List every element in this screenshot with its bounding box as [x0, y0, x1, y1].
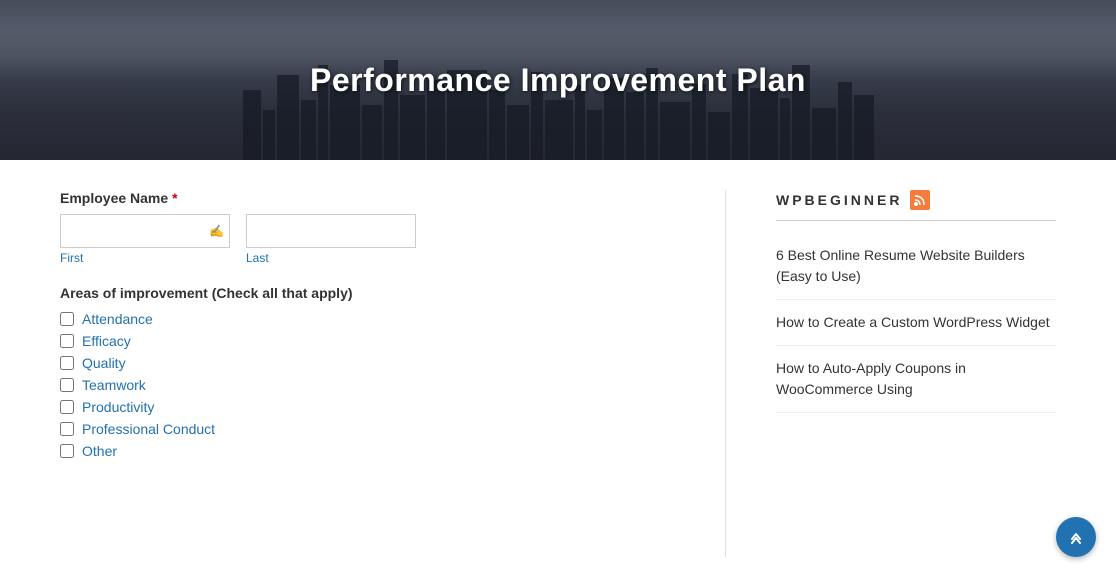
checkbox-teamwork[interactable]: [60, 378, 74, 392]
checkbox-label-teamwork: Teamwork: [82, 377, 146, 393]
first-name-input[interactable]: [60, 214, 230, 248]
checkbox-label-attendance: Attendance: [82, 311, 153, 327]
sidebar: WPBEGINNER 6 Best Online Resume Website …: [776, 190, 1056, 557]
last-label: Last: [246, 251, 416, 265]
sidebar-links: 6 Best Online Resume Website Builders (E…: [776, 233, 1056, 413]
employee-name-field: Employee Name * ✍ First Last: [60, 190, 675, 265]
list-item: Quality: [60, 355, 675, 371]
first-name-wrap: ✍ First: [60, 214, 230, 265]
last-name-wrap: Last: [246, 214, 416, 265]
last-name-input[interactable]: [246, 214, 416, 248]
list-item: Attendance: [60, 311, 675, 327]
main-layout: Employee Name * ✍ First Last Areas of im…: [0, 160, 1116, 577]
list-item: How to Auto-Apply Coupons in WooCommerce…: [776, 346, 1056, 413]
checkbox-label-other: Other: [82, 443, 117, 459]
sidebar-link-0[interactable]: 6 Best Online Resume Website Builders (E…: [776, 245, 1056, 287]
rss-icon[interactable]: [910, 190, 930, 210]
list-item: Teamwork: [60, 377, 675, 393]
sidebar-link-2[interactable]: How to Auto-Apply Coupons in WooCommerce…: [776, 358, 1056, 400]
first-label: First: [60, 251, 230, 265]
checkbox-other[interactable]: [60, 444, 74, 458]
first-name-input-container: ✍: [60, 214, 230, 248]
list-item: How to Create a Custom WordPress Widget: [776, 300, 1056, 346]
list-item: Professional Conduct: [60, 421, 675, 437]
form-section: Employee Name * ✍ First Last Areas of im…: [60, 190, 675, 557]
checkbox-list: Attendance Efficacy Quality Teamwork Product…: [60, 311, 675, 459]
checkbox-productivity[interactable]: [60, 400, 74, 414]
checkbox-label-productivity: Productivity: [82, 399, 154, 415]
checkbox-label-efficacy: Efficacy: [82, 333, 131, 349]
sidebar-link-1[interactable]: How to Create a Custom WordPress Widget: [776, 312, 1056, 333]
list-item: Productivity: [60, 399, 675, 415]
list-item: Efficacy: [60, 333, 675, 349]
input-icon: ✍: [209, 224, 224, 238]
required-indicator: *: [172, 190, 177, 206]
areas-of-improvement-label: Areas of improvement (Check all that app…: [60, 285, 675, 301]
employee-name-label: Employee Name *: [60, 190, 675, 206]
checkbox-quality[interactable]: [60, 356, 74, 370]
list-item: Other: [60, 443, 675, 459]
scroll-to-top-button[interactable]: [1056, 517, 1096, 557]
checkbox-professional_conduct[interactable]: [60, 422, 74, 436]
hero-section: Performance Improvement Plan: [0, 0, 1116, 160]
checkbox-efficacy[interactable]: [60, 334, 74, 348]
checkbox-label-professional_conduct: Professional Conduct: [82, 421, 215, 437]
checkbox-label-quality: Quality: [82, 355, 126, 371]
sidebar-title: WPBEGINNER: [776, 192, 902, 208]
checkbox-attendance[interactable]: [60, 312, 74, 326]
page-title: Performance Improvement Plan: [310, 62, 806, 99]
sidebar-divider: [725, 190, 726, 557]
sidebar-header: WPBEGINNER: [776, 190, 1056, 221]
list-item: 6 Best Online Resume Website Builders (E…: [776, 233, 1056, 300]
name-fields-row: ✍ First Last: [60, 214, 675, 265]
